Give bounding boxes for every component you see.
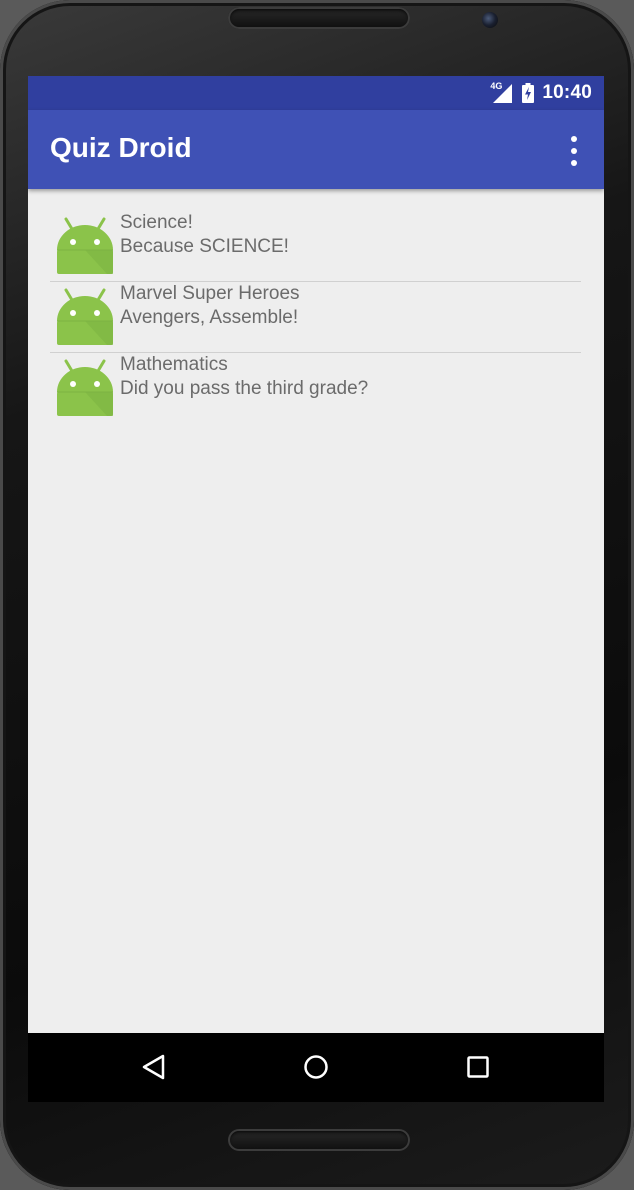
quiz-text: Marvel Super Heroes Avengers, Assemble!: [120, 282, 300, 329]
quiz-list-item[interactable]: Science! Because SCIENCE!: [50, 211, 581, 282]
back-icon[interactable]: [132, 1047, 176, 1087]
status-icons: 4G 10:40: [490, 76, 592, 110]
recents-icon[interactable]: [456, 1047, 500, 1087]
quiz-description: Avengers, Assemble!: [120, 306, 299, 328]
battery-charging-icon: [522, 83, 535, 103]
quiz-text: Mathematics Did you pass the third grade…: [120, 353, 368, 400]
quiz-list-item[interactable]: Marvel Super Heroes Avengers, Assemble!: [50, 282, 581, 353]
app-title: Quiz Droid: [50, 132, 192, 163]
quiz-title: Mathematics: [120, 354, 228, 375]
quiz-list-item[interactable]: Mathematics Did you pass the third grade…: [50, 353, 581, 423]
home-icon[interactable]: [294, 1047, 338, 1087]
quiz-description: Because SCIENCE!: [120, 235, 289, 257]
quiz-description: Did you pass the third grade?: [120, 377, 369, 399]
status-time: 10:40: [542, 82, 592, 103]
quiz-text: Science! Because SCIENCE!: [120, 211, 289, 258]
quiz-title: Marvel Super Heroes: [120, 283, 300, 304]
navigation-bar: [28, 1033, 604, 1102]
quiz-title: Science!: [120, 212, 193, 233]
front-camera: [482, 12, 498, 28]
phone-frame: 4G 10:40 Quiz Droid Science! Because SCI…: [0, 0, 634, 1190]
bottom-speaker: [228, 1129, 410, 1151]
more-vert-icon[interactable]: [562, 134, 586, 168]
top-speaker: [228, 7, 410, 29]
status-bar: 4G 10:40: [28, 76, 604, 110]
android-icon: [55, 358, 115, 418]
android-icon: [55, 216, 115, 276]
app-bar: Quiz Droid: [28, 110, 604, 189]
screen: 4G 10:40 Quiz Droid Science! Because SCI…: [28, 76, 604, 1033]
android-icon: [55, 287, 115, 347]
quiz-list: Science! Because SCIENCE! Marvel Super H…: [50, 211, 581, 423]
signal-icon: 4G: [490, 81, 514, 105]
